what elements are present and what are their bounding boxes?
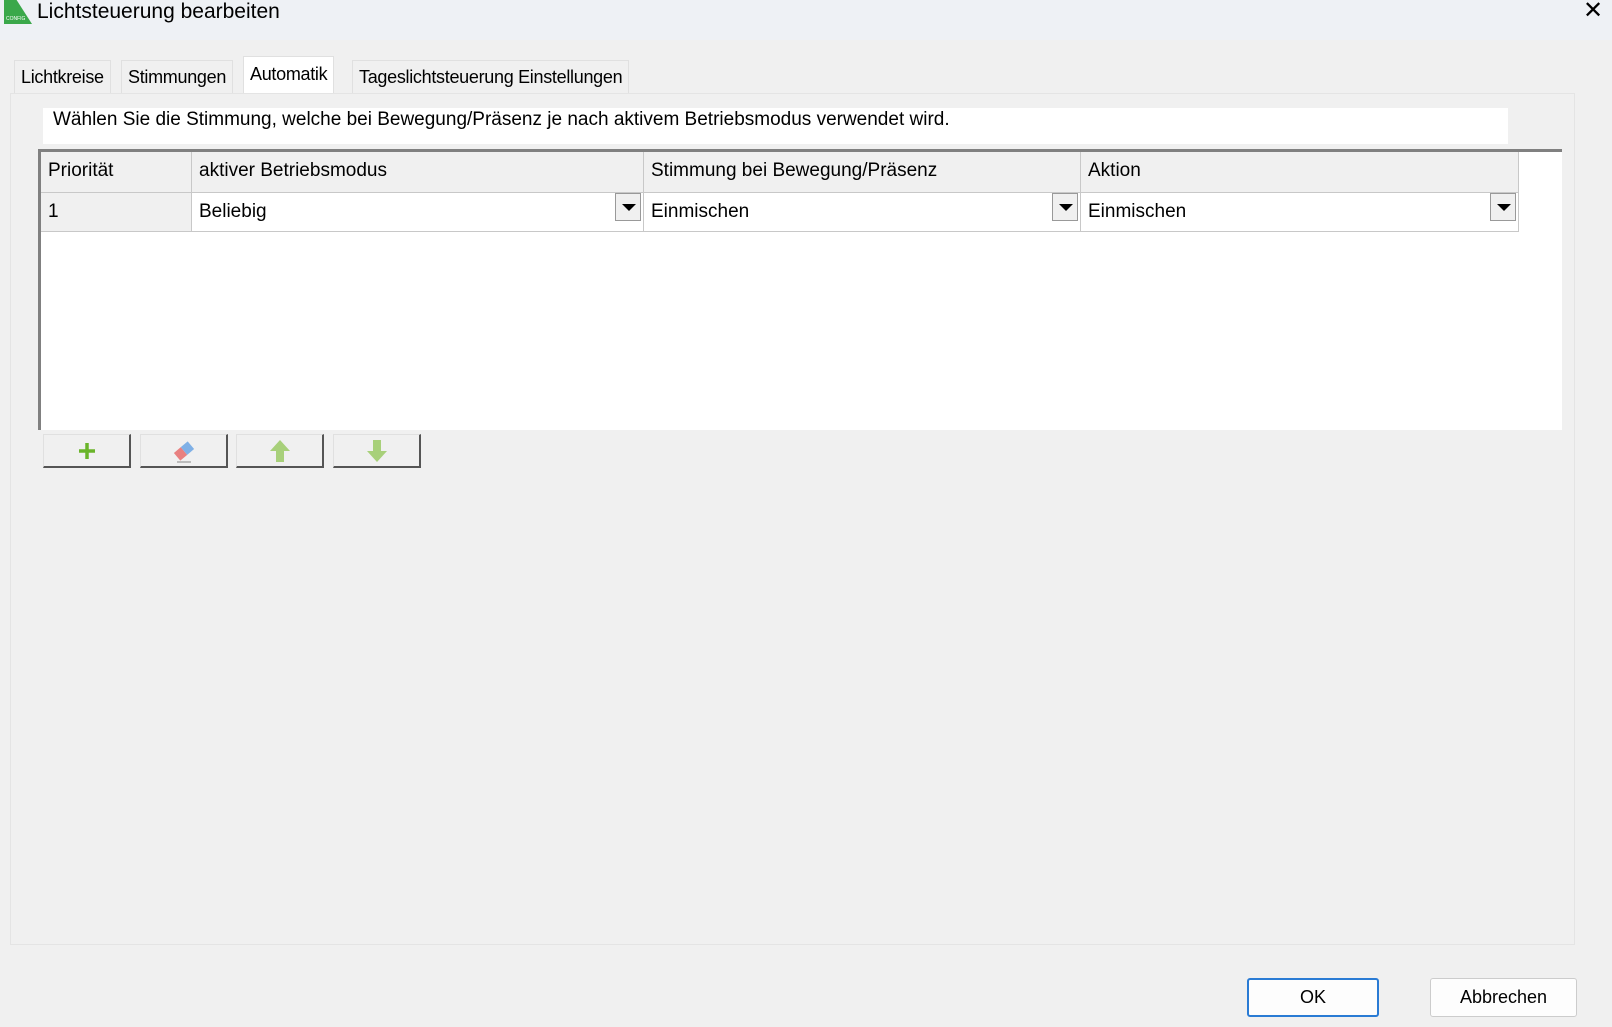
arrow-down-icon [366,439,387,462]
ok-button[interactable]: OK [1247,978,1379,1017]
tab-automatik[interactable]: Automatik [243,56,335,94]
delete-row-button[interactable] [140,434,228,468]
add-row-button[interactable] [43,434,131,468]
title-bar: CONFIG Lichtsteuerung bearbeiten ✕ [0,0,1612,40]
chevron-down-icon[interactable] [1052,193,1078,221]
move-up-button[interactable] [236,434,324,468]
table-cell-prioritaet[interactable]: 1 [41,193,192,232]
stimmung-select[interactable]: Einmischen [644,193,1081,232]
stimmung-value: Einmischen [651,201,750,222]
instruction-text: Wählen Sie die Stimmung, welche bei Bewe… [43,108,1508,144]
chevron-down-icon[interactable] [1490,193,1516,221]
column-header-betriebsmodus[interactable]: aktiver Betriebsmodus [192,152,644,193]
cancel-button[interactable]: Abbrechen [1430,978,1577,1017]
move-down-button[interactable] [333,434,421,468]
eraser-icon [173,440,194,463]
close-icon[interactable]: ✕ [1583,0,1603,23]
betriebsmodus-select[interactable]: Beliebig [192,193,644,232]
column-header-aktion[interactable]: Aktion [1081,152,1519,193]
app-icon-label: CONFIG [6,16,26,22]
tab-tageslichtsteuerung[interactable]: Tageslichtsteuerung Einstellungen [352,60,630,93]
tab-lichtkreise[interactable]: Lichtkreise [14,60,111,93]
column-header-prioritaet[interactable]: Priorität [41,152,192,193]
app-icon: CONFIG [4,0,32,24]
betriebsmodus-value: Beliebig [199,201,267,222]
arrow-up-icon [269,439,290,462]
automatik-panel: Wählen Sie die Stimmung, welche bei Bewe… [10,93,1575,945]
chevron-down-icon[interactable] [615,193,641,221]
aktion-value: Einmischen [1088,201,1187,222]
automatik-table: Priorität aktiver Betriebsmodus Stimmung… [38,149,1562,430]
window-title: Lichtsteuerung bearbeiten [37,0,280,23]
column-header-stimmung[interactable]: Stimmung bei Bewegung/Präsenz [644,152,1081,193]
plus-icon [78,442,95,459]
aktion-select[interactable]: Einmischen [1081,193,1519,232]
tab-stimmungen[interactable]: Stimmungen [121,60,234,93]
